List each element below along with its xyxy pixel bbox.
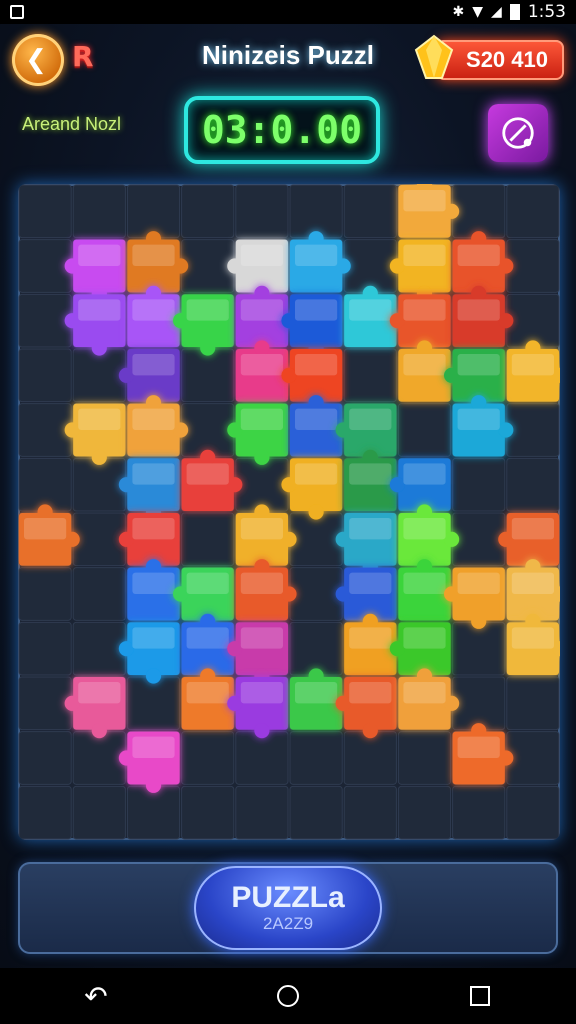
empty-slot[interactable] <box>72 457 126 512</box>
empty-slot[interactable] <box>289 785 343 840</box>
play-button-label: PUZZLa <box>231 881 345 914</box>
empty-slot[interactable] <box>18 348 72 403</box>
empty-slot[interactable] <box>397 785 452 840</box>
empty-slot[interactable] <box>235 785 289 840</box>
empty-slot[interactable] <box>18 457 72 512</box>
empty-slot[interactable] <box>181 731 235 785</box>
timer-display: 03:0.00 <box>184 96 380 164</box>
empty-slot[interactable] <box>72 621 126 676</box>
puzzle-grid[interactable] <box>18 184 560 840</box>
empty-slot[interactable] <box>72 348 126 403</box>
empty-slot[interactable] <box>343 731 397 785</box>
empty-slot[interactable] <box>126 676 181 731</box>
empty-slot[interactable] <box>452 184 506 239</box>
empty-slot[interactable] <box>18 239 72 293</box>
empty-slot[interactable] <box>506 676 560 731</box>
empty-slot[interactable] <box>72 184 126 239</box>
empty-slot[interactable] <box>18 567 72 621</box>
nav-back-icon[interactable]: ↶ <box>66 980 126 1013</box>
empty-slot[interactable] <box>506 293 560 348</box>
puzzle-piece[interactable] <box>398 184 460 238</box>
empty-slot[interactable] <box>181 403 235 457</box>
empty-slot[interactable] <box>18 403 72 457</box>
empty-slot[interactable] <box>289 184 343 239</box>
empty-slot[interactable] <box>506 457 560 512</box>
battery-icon <box>509 4 520 20</box>
puzzle-board[interactable] <box>18 184 560 840</box>
nav-home-icon <box>277 985 299 1007</box>
play-button[interactable]: PUZZLa 2A2Z9 <box>194 866 382 950</box>
game-title: Ninizeis Puzzl <box>202 40 374 70</box>
empty-slot[interactable] <box>181 512 235 567</box>
status-right: ✱ ▼ ◢ 1:53 <box>453 2 566 22</box>
empty-slot[interactable] <box>506 785 560 840</box>
empty-slot[interactable] <box>235 184 289 239</box>
empty-slot[interactable] <box>452 512 506 567</box>
empty-slot[interactable] <box>18 731 72 785</box>
empty-slot[interactable] <box>343 348 397 403</box>
empty-slot[interactable] <box>452 785 506 840</box>
nav-recents-button[interactable] <box>450 986 510 1006</box>
empty-slot[interactable] <box>72 567 126 621</box>
hint-button[interactable] <box>488 104 548 162</box>
empty-slot[interactable] <box>506 184 560 239</box>
empty-slot[interactable] <box>452 676 506 731</box>
pencil-icon <box>502 117 534 149</box>
empty-slot[interactable] <box>289 512 343 567</box>
empty-slot[interactable] <box>126 184 181 239</box>
empty-slot[interactable] <box>343 785 397 840</box>
score-value: S20 410 <box>436 40 564 80</box>
empty-slot[interactable] <box>126 785 181 840</box>
puzzle-piece[interactable] <box>506 559 560 621</box>
score-badge: S20 410 <box>414 34 564 84</box>
level-label: Areand Nozl <box>22 114 122 134</box>
empty-slot[interactable] <box>72 512 126 567</box>
empty-slot[interactable] <box>289 731 343 785</box>
empty-slot[interactable] <box>343 239 397 293</box>
empty-slot[interactable] <box>452 457 506 512</box>
navigation-bar: ↶ <box>0 968 576 1024</box>
empty-slot[interactable] <box>397 731 452 785</box>
status-bar: ✱ ▼ ◢ 1:53 <box>0 0 576 24</box>
empty-slot[interactable] <box>235 731 289 785</box>
empty-slot[interactable] <box>289 621 343 676</box>
empty-slot[interactable] <box>18 676 72 731</box>
empty-slot[interactable] <box>18 184 72 239</box>
empty-slot[interactable] <box>506 731 560 785</box>
empty-slot[interactable] <box>506 239 560 293</box>
empty-slot[interactable] <box>181 184 235 239</box>
empty-slot[interactable] <box>452 621 506 676</box>
empty-slot[interactable] <box>397 403 452 457</box>
empty-slot[interactable] <box>72 731 126 785</box>
back-button[interactable]: ❮ <box>12 34 64 86</box>
status-left <box>10 5 24 19</box>
empty-slot[interactable] <box>506 403 560 457</box>
gem-icon <box>414 34 454 79</box>
nav-home-button[interactable] <box>258 985 318 1007</box>
empty-slot[interactable] <box>235 457 289 512</box>
empty-slot[interactable] <box>18 785 72 840</box>
empty-slot[interactable] <box>289 567 343 621</box>
puzzle-piece[interactable] <box>506 340 560 402</box>
play-button-sublabel: 2A2Z9 <box>262 914 314 933</box>
empty-slot[interactable] <box>18 293 72 348</box>
empty-slot[interactable] <box>18 621 72 676</box>
restart-label[interactable]: R <box>72 40 94 73</box>
empty-slot[interactable] <box>181 239 235 293</box>
back-arrow-icon: ❮ <box>25 45 47 75</box>
bluetooth-icon: ✱ <box>452 4 465 20</box>
empty-slot[interactable] <box>72 785 126 840</box>
empty-slot[interactable] <box>181 785 235 840</box>
empty-slot[interactable] <box>343 184 397 239</box>
nav-recents-icon <box>470 986 490 1006</box>
status-clock: 1:53 <box>527 2 566 22</box>
signal-icon: ◢ <box>491 4 502 20</box>
wifi-icon: ▼ <box>472 4 484 20</box>
puzzle-piece[interactable] <box>506 613 560 675</box>
empty-slot[interactable] <box>181 348 235 403</box>
notification-icon <box>10 5 24 19</box>
